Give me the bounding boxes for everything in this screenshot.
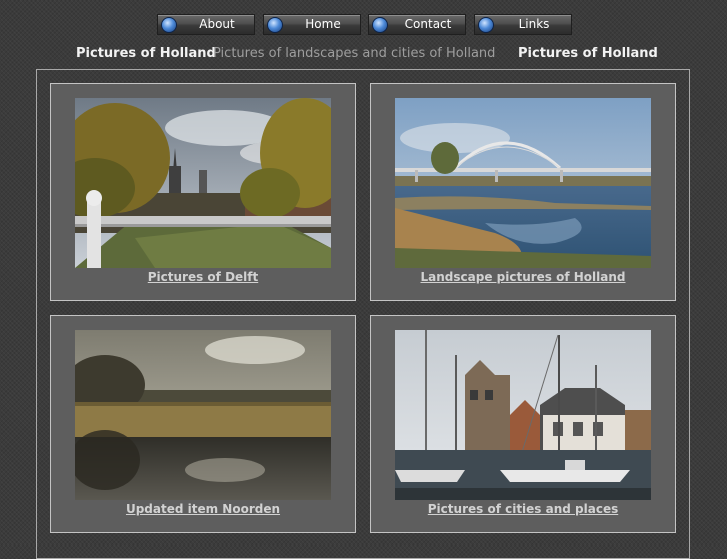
reed-lake-photo[interactable] — [75, 330, 331, 500]
nav-about-button[interactable]: About — [157, 14, 255, 35]
nav-home-label: Home — [305, 17, 341, 31]
site-title-right: Pictures of Holland — [518, 46, 658, 61]
delft-canal-photo[interactable] — [75, 98, 331, 268]
blue-bullet-icon — [161, 17, 177, 33]
gallery-card-landscape: Landscape pictures of Holland — [370, 83, 676, 301]
gallery-card-cities: Pictures of cities and places — [370, 315, 676, 533]
delft-card-link[interactable]: Pictures of Delft — [51, 270, 355, 284]
gallery-card-noorden: Updated item Noorden — [50, 315, 356, 533]
nav-contact-label: Contact — [404, 17, 452, 31]
site-title: Pictures of Holland — [76, 46, 216, 61]
nav-contact-button[interactable]: Contact — [368, 14, 466, 35]
nav-about-label: About — [199, 17, 235, 31]
blue-bullet-icon — [267, 17, 283, 33]
gallery-panel: Pictures of Delft Landscape pictures of … — [36, 69, 690, 559]
main-navigation: About Home Contact Links — [0, 14, 727, 36]
river-bridge-photo[interactable] — [395, 98, 651, 268]
nav-links-button[interactable]: Links — [474, 14, 572, 35]
site-tagline: Pictures of landscapes and cities of Hol… — [213, 46, 496, 61]
harbour-town-photo[interactable] — [395, 330, 651, 500]
landscape-card-link[interactable]: Landscape pictures of Holland — [371, 270, 675, 284]
nav-home-button[interactable]: Home — [263, 14, 361, 35]
blue-bullet-icon — [372, 17, 388, 33]
blue-bullet-icon — [478, 17, 494, 33]
gallery-card-delft: Pictures of Delft — [50, 83, 356, 301]
nav-links-label: Links — [518, 17, 550, 31]
cities-card-link[interactable]: Pictures of cities and places — [371, 502, 675, 516]
noorden-card-link[interactable]: Updated item Noorden — [51, 502, 355, 516]
